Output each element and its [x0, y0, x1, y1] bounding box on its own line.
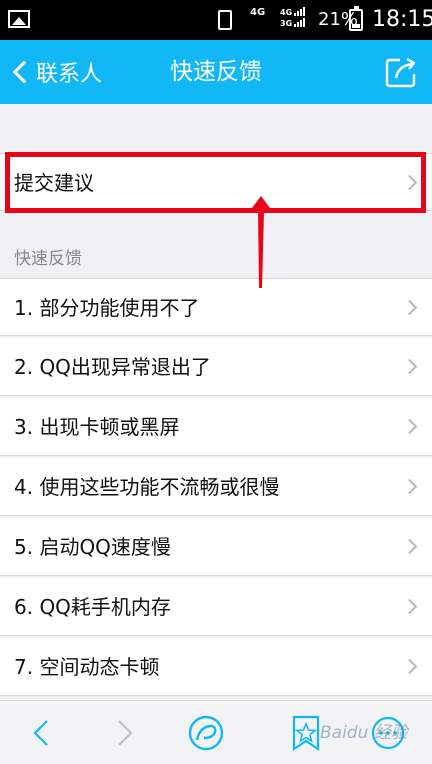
image-notification-icon — [8, 10, 30, 28]
submit-suggestion-label: 提交建议 — [14, 171, 94, 195]
qzone-icon — [188, 715, 224, 751]
more-icon — [371, 716, 405, 750]
feedback-item-5[interactable]: 5. 启动QQ速度慢 — [0, 518, 432, 576]
divider — [14, 635, 432, 636]
share-button[interactable] — [384, 56, 418, 88]
list-item-label: 1. 部分功能使用不了 — [14, 296, 200, 320]
chevron-left-icon — [12, 60, 36, 84]
svg-text:3G: 3G — [280, 19, 292, 28]
svg-text:4G: 4G — [280, 8, 292, 17]
divider — [14, 395, 432, 396]
back-nav-button[interactable] — [22, 713, 62, 753]
list-item-label: 3. 出现卡顿或黑屏 — [14, 415, 180, 439]
feedback-item-7[interactable]: 7. 空间动态卡顿 — [0, 638, 432, 696]
back-button[interactable]: 联系人 — [10, 40, 102, 104]
network-4g-indicator: 4G — [250, 7, 266, 18]
chevron-right-icon — [401, 538, 418, 555]
chevron-right-icon — [401, 358, 418, 375]
list-item-label: 7. 空间动态卡顿 — [14, 655, 160, 679]
share-icon — [385, 57, 416, 88]
chevron-right-icon — [401, 478, 418, 495]
submit-suggestion-row[interactable]: 提交建议 — [0, 153, 432, 211]
battery-icon — [349, 6, 363, 31]
feedback-item-4[interactable]: 4. 使用这些功能不流畅或很慢 — [0, 458, 432, 516]
chevron-right-icon — [401, 598, 418, 615]
nav-bar: 快速反馈 联系人 — [0, 40, 432, 104]
divider — [14, 335, 432, 336]
feedback-screen: 4G 4G 3G 21% 18:15 快速反馈 联系人 提交建议 快速反馈 1.… — [0, 0, 432, 764]
quick-feedback-header: 快速反馈 — [14, 249, 82, 269]
home-button[interactable] — [186, 713, 226, 753]
list-item-label: 5. 启动QQ速度慢 — [14, 535, 171, 559]
list-item-label: 2. QQ出现异常退出了 — [14, 355, 211, 379]
status-bar: 4G 4G 3G 21% 18:15 — [0, 0, 432, 40]
divider — [14, 515, 432, 516]
chevron-right-icon — [401, 658, 418, 675]
chevron-right-icon — [401, 299, 418, 316]
back-button-label: 联系人 — [36, 62, 103, 87]
bottom-toolbar — [0, 700, 432, 764]
chevron-right-icon — [118, 720, 133, 746]
feedback-item-1[interactable]: 1. 部分功能使用不了 — [0, 278, 432, 336]
list-item-label: 6. QQ耗手机内存 — [14, 595, 171, 619]
forward-nav-button[interactable] — [104, 713, 144, 753]
chevron-right-icon — [401, 418, 418, 435]
signal-strength-icon: 4G 3G — [280, 7, 310, 32]
feedback-item-3[interactable]: 3. 出现卡顿或黑屏 — [0, 398, 432, 456]
more-button[interactable] — [368, 713, 408, 753]
feedback-item-2[interactable]: 2. QQ出现异常退出了 — [0, 338, 432, 396]
chevron-right-icon — [401, 174, 418, 191]
divider — [14, 575, 432, 576]
clock: 18:15 — [372, 7, 432, 32]
list-item-label: 4. 使用这些功能不流畅或很慢 — [14, 475, 280, 499]
vibrate-icon — [218, 10, 232, 30]
favorite-button[interactable] — [286, 713, 326, 753]
feedback-item-6[interactable]: 6. QQ耗手机内存 — [0, 578, 432, 636]
bookmark-star-icon — [292, 715, 320, 752]
chevron-left-icon — [33, 720, 48, 746]
divider — [14, 455, 432, 456]
